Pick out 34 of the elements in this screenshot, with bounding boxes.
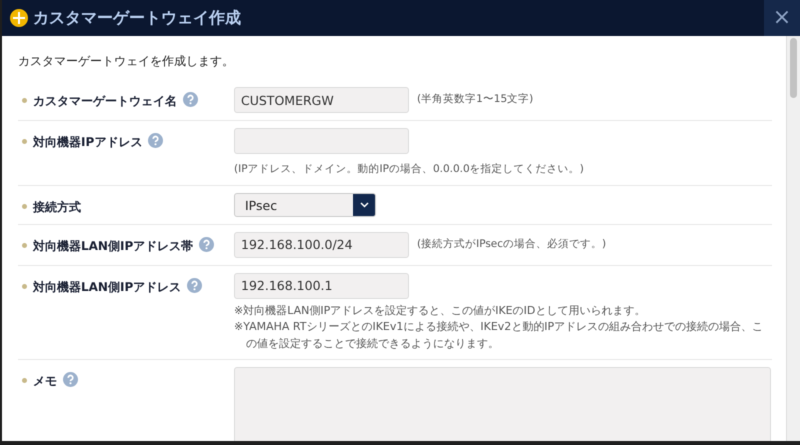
help-icon[interactable]: [187, 278, 202, 293]
intro-text: カスタマーゲートウェイを作成します。: [18, 53, 235, 70]
field-label: メモ: [33, 373, 57, 390]
field-label: 接続方式: [33, 198, 81, 216]
bullet-icon: [22, 139, 27, 144]
field-label: 対向機器IPアドレス: [33, 134, 142, 151]
hint-text: (IPアドレス、ドメイン。動的IPの場合、0.0.0.0を指定してください。): [234, 162, 584, 177]
memo-field[interactable]: [234, 367, 771, 441]
text-field[interactable]: 192.168.100.0/24: [234, 232, 409, 258]
help-icon[interactable]: [199, 236, 214, 252]
field-label: 対向機器LAN側IPアドレス: [33, 278, 182, 296]
text-field[interactable]: CUSTOMERGW: [234, 87, 409, 113]
chevron-down-icon: [360, 202, 368, 208]
bullet-icon: [22, 378, 27, 384]
bullet-icon: [22, 204, 27, 209]
connection-select[interactable]: IPsec: [234, 192, 376, 217]
help-icon[interactable]: [183, 92, 198, 107]
hint-text: (接続方式がIPsecの場合、必須です。): [417, 236, 606, 252]
note-text: ※対向機器LAN側IPアドレスを設定すると、この値がIKEのIDとして用いられます。: [234, 302, 646, 319]
help-icon[interactable]: [148, 133, 164, 148]
help-icon[interactable]: [63, 372, 78, 388]
bullet-icon: [22, 98, 27, 103]
dialog-title: カスタマーゲートウェイ作成: [33, 7, 241, 29]
close-button[interactable]: ×: [764, 0, 800, 36]
text-field[interactable]: 192.168.100.1: [234, 272, 409, 299]
text-field[interactable]: [234, 128, 409, 154]
note-text: ※YAMAHA RTシリーズとのIKEv1による接続や、IKEv2と動的IPアドレスの組み合わせでの接続の場合、この値を設定することで接続できるようになります。: [234, 319, 764, 352]
scrollbar[interactable]: [786, 36, 800, 441]
field-label: 対向機器LAN側IPアドレス帯: [33, 238, 194, 255]
plus-icon: [10, 9, 28, 27]
bullet-icon: [22, 284, 27, 289]
hint-text: (半角英数字1〜15文字): [417, 92, 534, 108]
bullet-icon: [22, 242, 27, 248]
field-label: カスタマーゲートウェイ名: [33, 93, 177, 110]
